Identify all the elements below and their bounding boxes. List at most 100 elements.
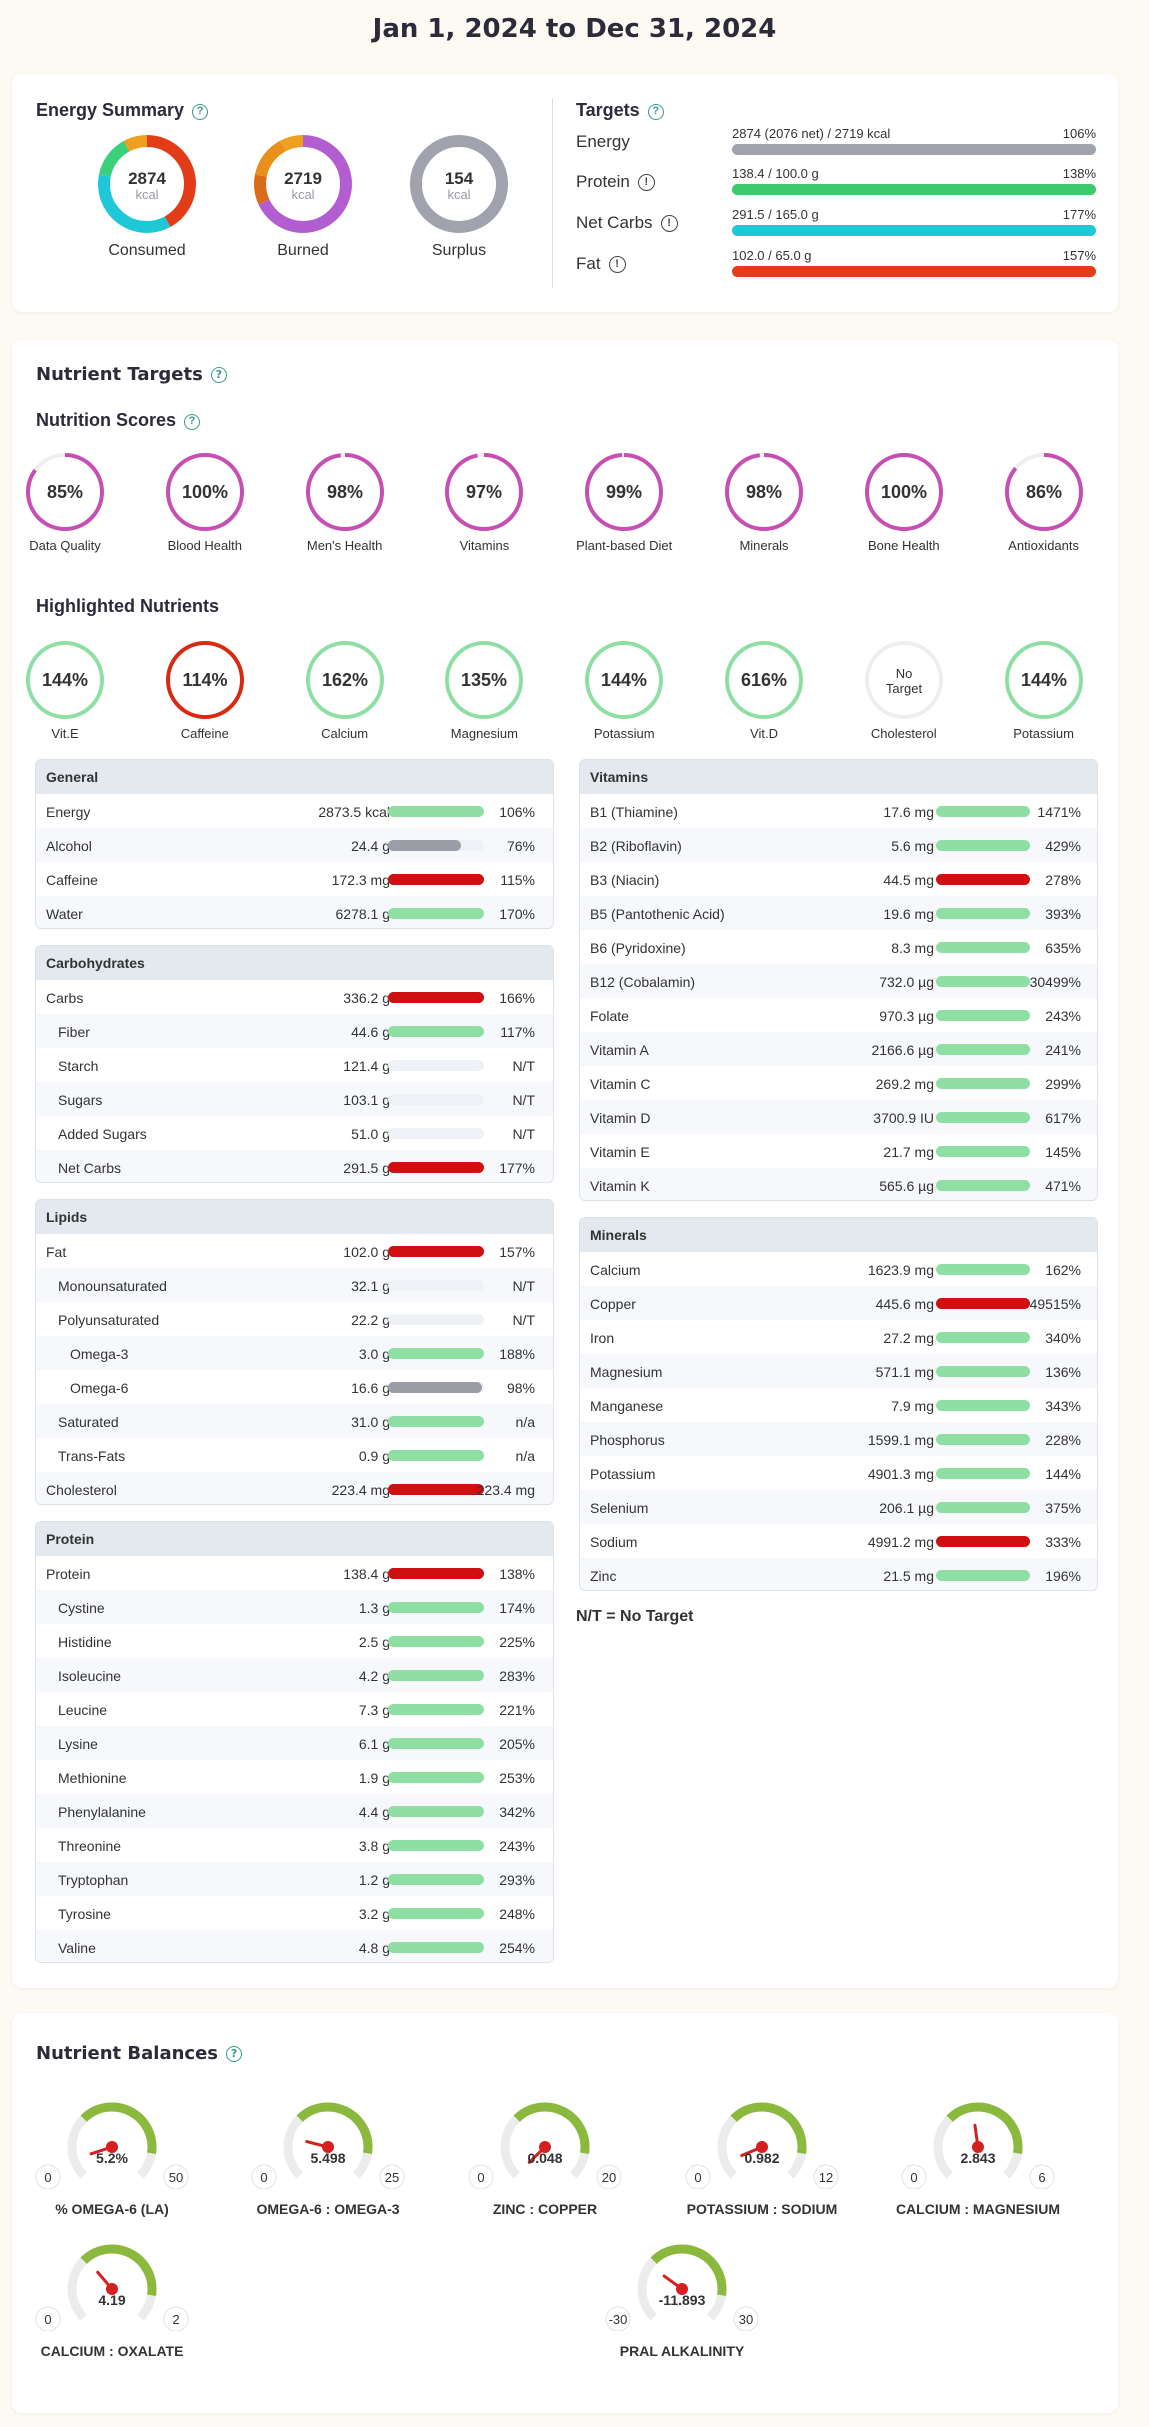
nutrient-amount: 4.2 g [358,1668,390,1684]
table-row: Sugars 103.1 g N/T [36,1082,553,1116]
table-row: Histidine 2.5 g 225% [36,1624,553,1658]
gauge-label: % OMEGA-6 (LA) [55,2201,169,2217]
donut-label: Surplus [431,242,487,259]
nutrient-percent: N/T [512,1126,535,1142]
nutrient-percent: 205% [499,1736,535,1752]
nutrient-bar [936,1400,1030,1411]
score-plant-based-diet: 99% Plant-based Diet [569,450,679,554]
gauge-value: -11.893 [659,2292,706,2308]
gauge-max: 20 [602,2170,616,2185]
table-row: Iron 27.2 mg 340% [580,1320,1097,1354]
nutrient-name: Vitamin C [590,1076,651,1092]
nutrient-percent: 136% [1045,1364,1081,1380]
info-icon[interactable]: ! [637,174,655,191]
highlight-value: 162% [322,670,368,690]
nutrient-amount: 19.6 mg [883,906,934,922]
table-row: Omega-6 16.6 g 98% [36,1370,553,1404]
donut-unit: kcal [447,187,470,202]
nutrient-name: Sodium [590,1534,638,1550]
table-general: General Energy 2873.5 kcal 106% Alcohol 24.4 … [35,759,554,929]
nutrient-amount: 51.0 g [351,1126,390,1142]
table-row: Net Carbs 291.5 g 177% [36,1150,553,1182]
info-icon[interactable]: ! [608,256,626,273]
nutrient-bar [388,1060,484,1071]
nutrient-name: Iron [590,1330,615,1346]
table-row: B5 (Pantothenic Acid) 19.6 mg 393% [580,896,1097,930]
highlight-potassium: 144% Potassium [569,638,679,742]
nutrient-bar [936,1366,1030,1377]
donut-value: 154 [445,169,474,188]
nutrient-name: Leucine [58,1702,108,1718]
nutrient-bar [388,1568,484,1579]
gauge-value: 5.498 [310,2150,345,2166]
table-minerals: Minerals Calcium 1623.9 mg 162% Copper 445.6 … [579,1217,1098,1591]
score-value: 99% [606,482,642,502]
highlight-value: 616% [741,670,787,690]
score-blood-health: 100% Blood Health [150,450,260,554]
table-row: Cystine 1.3 g 174% [36,1590,553,1624]
highlight-magnesium: 135% Magnesium [429,638,539,742]
target-value: 138.4 / 100.0 g [732,166,819,181]
nutrient-bar-fill [388,1450,484,1461]
gauge-min: 0 [910,2170,917,2185]
nutrient-bar-fill [388,1738,484,1749]
help-icon[interactable]: ? [647,104,664,120]
table-row: Vitamin A 2166.6 µg 241% [580,1032,1097,1066]
table-row: Selenium 206.1 µg 375% [580,1490,1097,1524]
nutrient-bar [388,1314,484,1325]
nutrient-bar-fill [388,874,484,885]
score-ring: 98% [305,453,384,531]
table-row: Vitamin E 21.7 mg 145% [580,1134,1097,1168]
target-bar-fill [732,184,1096,195]
info-icon[interactable]: ! [660,215,678,232]
nutrient-bar [936,908,1030,919]
gauge-dial: 0.048 0 20 [468,2102,622,2190]
score-ring: 86% [1004,453,1083,531]
nutrient-name: Cystine [58,1600,105,1616]
nutrient-bar-fill [388,1484,484,1495]
help-icon[interactable]: ? [210,367,227,383]
nutrient-percent: n/a [515,1448,535,1464]
table-header: General [36,760,553,794]
table-header: Lipids [36,1200,553,1234]
nutrient-bar [936,1332,1030,1343]
gauge-zinc-copper: 0.048 0 20 ZINC : COPPER [465,2089,625,2239]
highlight-label: Potassium [593,726,655,741]
highlight-ring: 162% [305,641,384,719]
nutrient-amount: 3.8 g [358,1838,390,1854]
help-icon[interactable]: ? [184,414,201,430]
table-row: Vitamin C 269.2 mg 299% [580,1066,1097,1100]
nutrient-percent: 254% [499,1940,535,1956]
nutrient-name: Added Sugars [58,1126,147,1142]
target-value: 2874 (2076 net) / 2719 kcal [732,126,891,141]
gauge-label: OMEGA-6 : OMEGA-3 [256,2201,400,2217]
nutrient-name: Energy [46,804,91,820]
score-ring: 98% [725,453,803,531]
nutrient-name: Alcohol [46,838,92,854]
nutrient-bar-fill [936,1536,1030,1547]
nutrient-percent: 471% [1045,1178,1081,1194]
target-name: Protein! [576,172,655,192]
nutrient-name: Carbs [46,990,84,1006]
nutrient-name: Phosphorus [590,1432,665,1448]
nutrient-bar [388,1128,484,1139]
score-label: Plant-based Diet [576,538,673,553]
help-icon[interactable]: ? [226,2046,243,2062]
nutrient-bar-fill [936,1180,1030,1191]
help-icon[interactable]: ? [192,104,209,120]
table-row: Isoleucine 4.2 g 283% [36,1658,553,1692]
highlight-label: Calcium [321,726,369,741]
highlight-caffeine: 114% Caffeine [150,638,260,742]
highlighted-nutrients-title: Highlighted Nutrients [36,596,219,616]
target-row-energy: Energy 2874 (2076 net) / 2719 kcal 106% [576,126,1096,156]
nutrient-percent: 375% [1045,1500,1081,1516]
score-label: Data Quality [29,538,101,553]
nutrient-name: Vitamin K [590,1178,650,1194]
nutrient-name: Tyrosine [58,1906,111,1922]
nutrient-name: Threonine [58,1838,122,1854]
nutrient-bar [388,1094,484,1105]
nutrient-bar [936,840,1030,851]
gauge-label: CALCIUM : MAGNESIUM [895,2201,1061,2217]
nutrient-bar [388,908,484,919]
nutrient-percent: N/T [512,1058,535,1074]
